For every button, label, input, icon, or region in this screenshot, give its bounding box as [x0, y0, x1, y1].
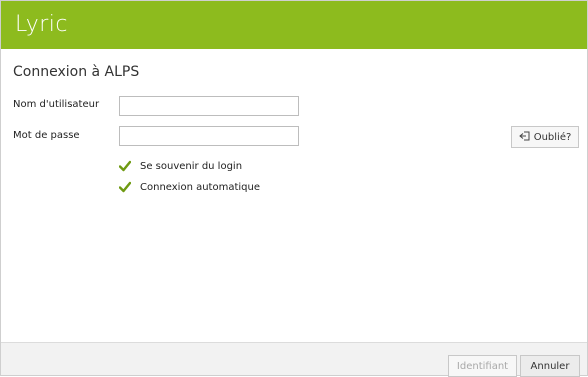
remember-login-option[interactable]: Se souvenir du login: [119, 158, 242, 174]
app-header: Lyric: [1, 1, 587, 49]
page-title: Connexion à ALPS: [13, 64, 140, 80]
login-window: Lyric Connexion à ALPS Nom d'utilisateur…: [0, 0, 588, 377]
checkmark-icon: [119, 181, 131, 193]
cancel-button[interactable]: Annuler: [520, 355, 580, 377]
auto-login-label: Connexion automatique: [140, 181, 260, 193]
login-button[interactable]: Identifiant: [448, 355, 517, 377]
auto-login-checkbox[interactable]: [119, 181, 131, 193]
remember-login-checkbox[interactable]: [119, 160, 131, 172]
app-logo: Lyric: [15, 12, 69, 37]
password-input[interactable]: [119, 126, 299, 146]
remember-login-label: Se souvenir du login: [140, 160, 243, 172]
password-label: Mot de passe: [13, 130, 80, 141]
forgot-button[interactable]: Oublié?: [511, 126, 579, 148]
sign-in-arrow-icon: [518, 131, 530, 144]
checkmark-icon: [119, 160, 131, 172]
forgot-label: Oublié?: [533, 131, 572, 143]
footer-bar: Identifiant Annuler: [1, 342, 587, 377]
auto-login-option[interactable]: Connexion automatique: [119, 179, 260, 195]
username-input[interactable]: [119, 96, 299, 116]
username-label: Nom d'utilisateur: [13, 99, 100, 110]
